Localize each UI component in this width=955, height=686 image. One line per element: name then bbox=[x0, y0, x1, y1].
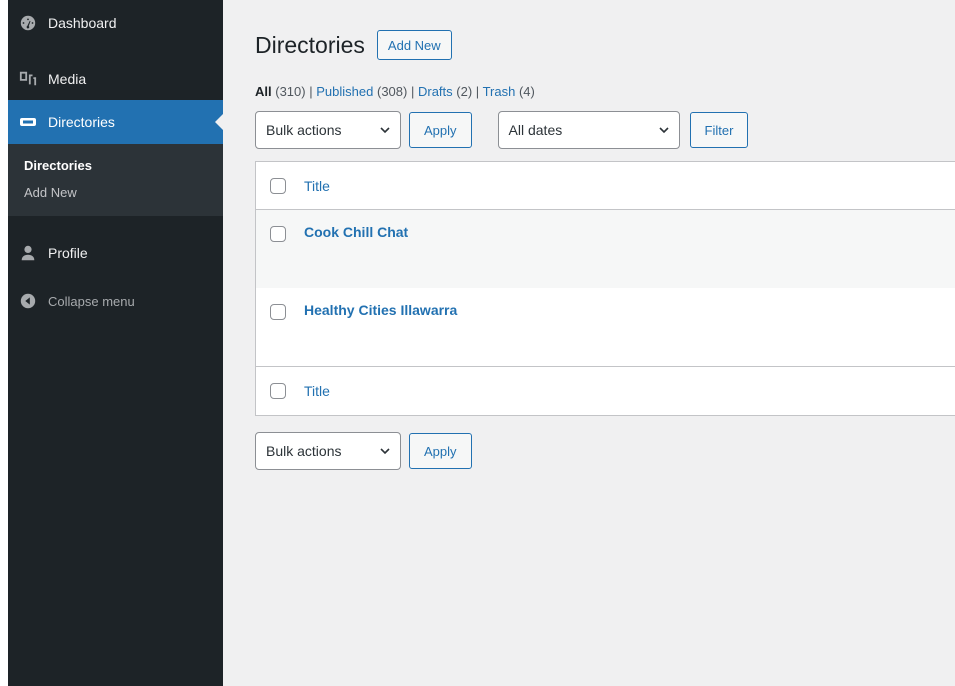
title-row: Directories Add New bbox=[255, 30, 955, 60]
select-all-checkbox[interactable] bbox=[270, 177, 286, 194]
sidebar-item-dashboard[interactable]: Dashboard bbox=[8, 2, 223, 44]
bulk-actions-value: Bulk actions bbox=[266, 443, 342, 459]
tablenav-top: Bulk actions Apply All dates Filter bbox=[255, 111, 955, 149]
collapse-menu-button[interactable]: Collapse menu bbox=[8, 280, 223, 322]
sidebar-item-label: Directories bbox=[48, 114, 115, 130]
separator: | bbox=[309, 84, 313, 99]
collapse-menu-label: Collapse menu bbox=[48, 293, 135, 309]
filter-button[interactable]: Filter bbox=[689, 112, 749, 148]
status-filter-links: All (310) | Published (308) | Drafts (2)… bbox=[255, 84, 955, 99]
table-footer-row: Title bbox=[256, 366, 955, 416]
row-title-link[interactable]: Cook Chill Chat bbox=[304, 224, 408, 240]
chevron-down-icon bbox=[380, 127, 390, 134]
sidebar-item-profile[interactable]: Profile bbox=[8, 232, 223, 274]
chevron-down-icon bbox=[380, 448, 390, 455]
filter-all-link[interactable]: All (310) bbox=[255, 84, 306, 99]
filter-trash-link[interactable]: Trash (4) bbox=[483, 84, 535, 99]
tablenav-bottom: Bulk actions Apply bbox=[255, 432, 955, 470]
admin-sidebar: Dashboard Media Directories Directories … bbox=[8, 0, 223, 686]
sidebar-item-directories[interactable]: Directories bbox=[8, 100, 223, 144]
sidebar-item-label: Media bbox=[48, 71, 87, 87]
directories-icon bbox=[18, 112, 38, 132]
add-new-button[interactable]: Add New bbox=[376, 30, 452, 60]
submenu-item-add-new[interactable]: Add New bbox=[8, 179, 223, 206]
bulk-actions-value: Bulk actions bbox=[266, 122, 342, 138]
row-checkbox[interactable] bbox=[270, 304, 286, 320]
table-row: Cook Chill Chat bbox=[256, 210, 955, 288]
column-title-footer[interactable]: Title bbox=[304, 383, 330, 399]
select-all-checkbox[interactable] bbox=[270, 383, 286, 399]
sidebar-item-label: Profile bbox=[48, 245, 88, 261]
filter-published-link[interactable]: Published (308) bbox=[316, 84, 407, 99]
separator: | bbox=[410, 84, 415, 99]
chevron-down-icon bbox=[658, 127, 669, 134]
table-row: Healthy Cities Illawarra bbox=[256, 288, 955, 366]
filter-drafts-link[interactable]: Drafts (2) bbox=[418, 84, 472, 99]
apply-button[interactable]: Apply bbox=[409, 433, 472, 469]
row-title-link[interactable]: Healthy Cities Illawarra bbox=[304, 302, 457, 318]
page-title: Directories bbox=[255, 31, 365, 58]
media-icon bbox=[18, 69, 38, 89]
column-title-header[interactable]: Title bbox=[304, 178, 330, 194]
collapse-icon bbox=[18, 291, 38, 311]
directories-table: Title Cook Chill Chat Healthy Cities Ill… bbox=[255, 161, 955, 416]
wp-admin-frame: Dashboard Media Directories Directories … bbox=[8, 0, 955, 686]
bulk-actions-select[interactable]: Bulk actions bbox=[255, 111, 401, 149]
dates-select[interactable]: All dates bbox=[497, 111, 680, 149]
row-checkbox[interactable] bbox=[270, 226, 286, 242]
table-header-row: Title bbox=[256, 162, 955, 210]
apply-button[interactable]: Apply bbox=[409, 112, 472, 148]
separator: | bbox=[475, 84, 480, 99]
sidebar-submenu: Directories Add New bbox=[8, 144, 223, 216]
profile-icon bbox=[18, 243, 38, 263]
sidebar-item-media[interactable]: Media bbox=[8, 58, 223, 100]
bulk-actions-select[interactable]: Bulk actions bbox=[255, 432, 401, 470]
dates-value: All dates bbox=[508, 122, 563, 138]
dashboard-icon bbox=[18, 13, 38, 33]
sidebar-item-label: Dashboard bbox=[48, 15, 117, 31]
submenu-item-directories[interactable]: Directories bbox=[8, 152, 223, 179]
main-content: Directories Add New All (310) | Publishe… bbox=[223, 0, 955, 686]
